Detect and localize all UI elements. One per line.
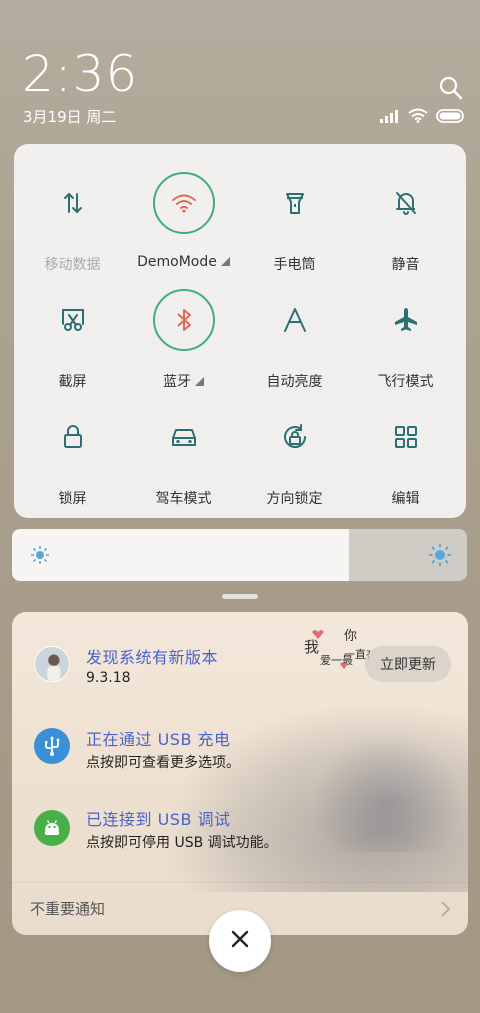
notification-usb-charging[interactable]: 正在通过 USB 充电 点按即可查看更多选项。	[12, 712, 468, 782]
screenshot-icon	[42, 289, 104, 351]
drag-handle[interactable]	[222, 594, 258, 599]
notification-system-update[interactable]: 发现系统有新版本 9.3.18 立即更新	[12, 612, 468, 702]
notification-usb-debugging[interactable]: 已连接到 USB 调试 点按即可停用 USB 调试功能。	[12, 798, 468, 868]
notification-title: 发现系统有新版本	[86, 648, 219, 667]
close-icon	[231, 930, 249, 952]
notification-body: 9.3.18	[86, 670, 131, 686]
signal-icon	[380, 108, 400, 127]
mute-bell-icon	[375, 172, 437, 234]
rotation-lock-icon	[264, 406, 326, 468]
system-icons	[380, 108, 466, 126]
notification-body: 点按即可停用 USB 调试功能。	[86, 835, 278, 851]
grid-edit-icon	[375, 406, 437, 468]
car-icon	[153, 406, 215, 468]
notification-body: 点按即可查看更多选项。	[86, 755, 240, 771]
clock: 2:36	[22, 45, 139, 103]
brightness-fill	[12, 529, 349, 581]
unimportant-notifications-label[interactable]: 不重要通知	[30, 898, 105, 919]
wifi-status-icon	[408, 108, 428, 127]
auto-brightness-icon	[264, 289, 326, 351]
qs-tile-screenshot[interactable]: 截屏	[16, 277, 129, 390]
usb-icon	[34, 728, 70, 764]
qs-tile-label: 锁屏	[58, 491, 87, 507]
qs-tile-mute-bell[interactable]: 静音	[349, 160, 462, 273]
qs-tile-flashlight[interactable]: 手电筒	[238, 160, 351, 273]
android-icon	[34, 810, 70, 846]
qs-tile-label: 编辑	[391, 491, 420, 507]
search-icon[interactable]	[438, 75, 466, 103]
qs-tile-grid-edit[interactable]: 编辑	[349, 394, 462, 507]
status-bar: 2:36 3月19日 周二	[0, 0, 480, 140]
mobile-data-icon	[42, 172, 104, 234]
qs-tile-label: 截屏	[58, 374, 87, 390]
qs-tile-label: 蓝牙	[127, 371, 240, 391]
qs-tile-bluetooth[interactable]: 蓝牙	[127, 277, 240, 391]
qs-tile-auto-brightness[interactable]: 自动亮度	[238, 277, 351, 390]
qs-tile-label: 自动亮度	[266, 374, 323, 390]
qs-tile-label: 移动数据	[44, 257, 101, 273]
qs-tile-wifi[interactable]: DemoMode	[127, 160, 240, 272]
flashlight-icon	[264, 172, 326, 234]
notification-title: 正在通过 USB 充电	[86, 730, 231, 749]
qs-tile-lock[interactable]: 锁屏	[16, 394, 129, 507]
qs-tile-mobile-data[interactable]: 移动数据	[16, 160, 129, 273]
bluetooth-icon	[153, 289, 215, 351]
qs-tile-label: 手电筒	[273, 257, 316, 273]
airplane-icon	[375, 289, 437, 351]
quick-settings-panel: 移动数据 DemoMode 手电筒 静音截屏 蓝牙 自动亮度 飞行模式锁屏 驾车模式 方向锁定 编…	[14, 144, 466, 518]
update-now-button[interactable]: 立即更新	[365, 646, 451, 682]
qs-tile-label: 静音	[391, 257, 420, 273]
date: 3月19日 周二	[23, 108, 117, 126]
qs-tile-label: 方向锁定	[266, 491, 323, 507]
wifi-icon	[153, 172, 215, 234]
update-avatar-icon	[34, 646, 70, 682]
qs-tile-label: 驾车模式	[155, 491, 212, 507]
qs-tile-rotation-lock[interactable]: 方向锁定	[238, 394, 351, 507]
lock-icon	[42, 406, 104, 468]
brightness-slider[interactable]	[12, 529, 467, 581]
divider	[12, 882, 468, 883]
qs-tile-label: 飞行模式	[377, 374, 434, 390]
qs-tile-car[interactable]: 驾车模式	[127, 394, 240, 507]
expand-triangle-icon	[220, 257, 230, 266]
brightness-high-icon	[428, 543, 452, 571]
close-button[interactable]	[209, 910, 271, 972]
qs-tile-airplane[interactable]: 飞行模式	[349, 277, 462, 390]
notification-title: 已连接到 USB 调试	[86, 810, 231, 829]
expand-triangle-icon	[195, 377, 204, 386]
brightness-low-icon	[30, 545, 50, 569]
notification-panel: 我 爱一最 你 一直在 发现系统有新版本 9.3.18 立即更新 正在通过 US…	[12, 612, 468, 935]
battery-icon	[436, 108, 466, 127]
qs-tile-label: DemoMode	[127, 254, 240, 270]
chevron-right-icon[interactable]	[440, 900, 452, 922]
